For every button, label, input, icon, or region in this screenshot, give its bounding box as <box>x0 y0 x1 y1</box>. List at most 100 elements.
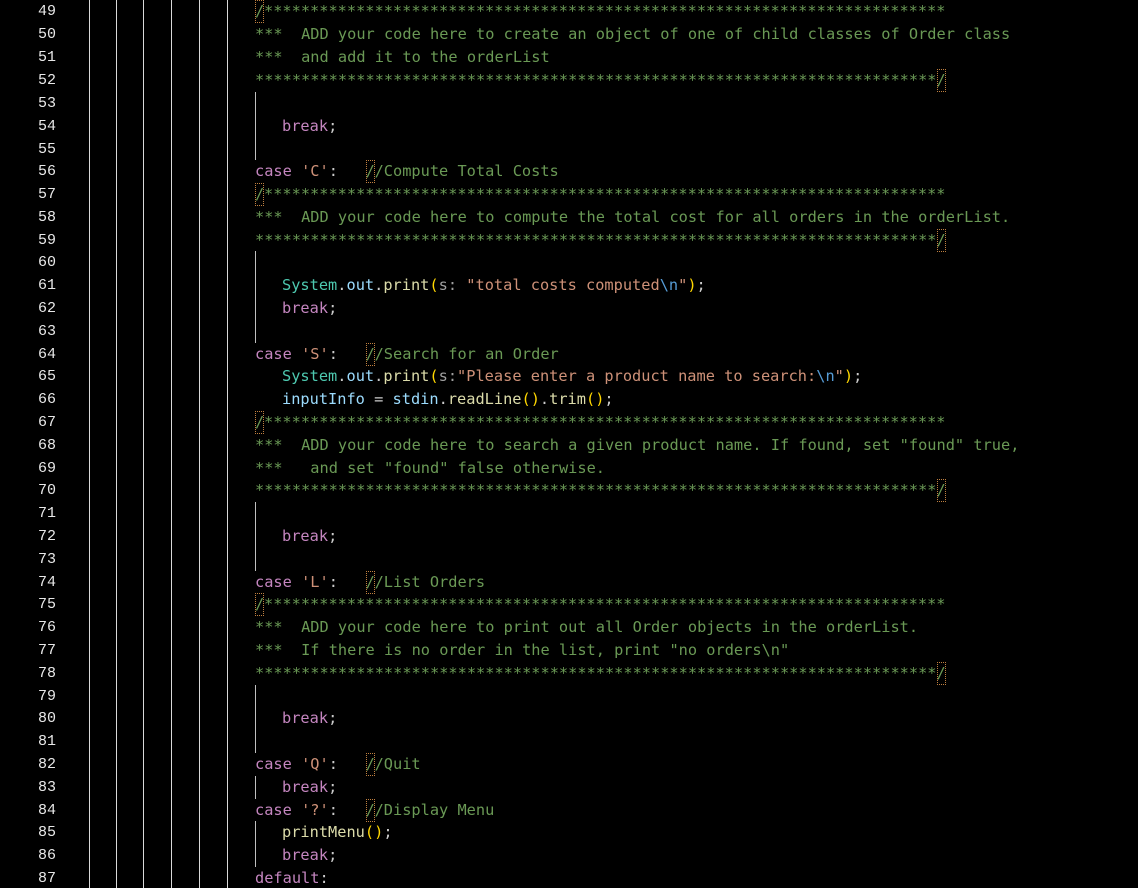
comment-close-marker: / <box>936 229 946 252</box>
banner-stars-open: ****************************************… <box>264 2 946 20</box>
code-line: case '?': //Display Menu <box>255 799 494 822</box>
comment-text: and set "found" false otherwise. <box>310 459 605 477</box>
case-label: 'C' <box>301 162 329 180</box>
parameter-hint: s: <box>438 367 458 385</box>
paren: () <box>521 390 540 408</box>
code-line: case 'S': //Search for an Order <box>255 343 559 366</box>
code-line: case 'C': //Compute Total Costs <box>255 160 559 183</box>
punctuation: : <box>328 573 338 591</box>
code-line: /***************************************… <box>255 411 946 434</box>
banner-stars: ****************************************… <box>255 664 937 682</box>
field-name: out <box>346 276 375 294</box>
code-editor[interactable]: /***************************************… <box>0 0 1138 888</box>
keyword: break <box>282 778 329 796</box>
comment-prefix: *** <box>255 208 302 226</box>
method-name: print <box>383 276 430 294</box>
punctuation: . <box>438 390 448 408</box>
paren: ) <box>687 276 697 294</box>
code-line: *** If there is no order in the list, pr… <box>255 639 789 662</box>
comment-text: ADD your code here to print out all Orde… <box>301 618 919 636</box>
code-line: /***************************************… <box>255 183 946 206</box>
code-line: ****************************************… <box>255 229 946 252</box>
code-line: break; <box>282 707 337 730</box>
punctuation: ; <box>328 117 338 135</box>
code-line: case 'Q': //Quit <box>255 753 421 776</box>
case-label: 'Q' <box>301 755 329 773</box>
code-line: System.out.print(s: "total costs compute… <box>282 274 706 297</box>
code-line: System.out.print(s:"Please enter a produ… <box>282 365 862 388</box>
code-line: break; <box>282 297 337 320</box>
comment-text: If there is no order in the list, print … <box>301 641 790 659</box>
comment-prefix: *** <box>255 459 302 477</box>
punctuation: ; <box>328 709 338 727</box>
code-line: case 'L': //List Orders <box>255 571 485 594</box>
comment-slash-marker: / <box>365 753 375 776</box>
class-name: System <box>282 276 338 294</box>
keyword: case <box>255 755 292 773</box>
comment-slash-marker: / <box>365 571 375 594</box>
banner-stars: ****************************************… <box>264 185 946 203</box>
code-line: ****************************************… <box>255 662 946 685</box>
code-line: *** ADD your code here to compute the to… <box>255 206 1010 229</box>
case-label: '?' <box>301 801 329 819</box>
punctuation: : <box>328 162 338 180</box>
keyword: break <box>282 299 329 317</box>
comment-text: and add it to the orderList <box>301 48 550 66</box>
code-line: *** ADD your code here to create an obje… <box>255 23 1010 46</box>
comment-text: ADD your code here to compute the total … <box>301 208 1011 226</box>
method-name: trim <box>549 390 586 408</box>
keyword: break <box>282 846 329 864</box>
keyword: default <box>255 869 320 887</box>
keyword: break <box>282 709 329 727</box>
comment-close-marker: / <box>936 662 946 685</box>
variable: stdin <box>392 390 439 408</box>
code-line: ****************************************… <box>255 479 946 502</box>
string-literal: total costs computed <box>475 276 660 294</box>
punctuation: . <box>374 276 384 294</box>
paren: ) <box>843 367 854 385</box>
code-line: /***************************************… <box>255 0 946 23</box>
code-line: *** ADD your code here to search a given… <box>255 434 1019 457</box>
comment-prefix: *** <box>255 436 302 454</box>
banner-stars: ****************************************… <box>255 231 937 249</box>
punctuation: : <box>319 869 329 887</box>
banner-stars: ****************************************… <box>264 413 946 431</box>
punctuation: . <box>539 390 550 408</box>
parameter-hint: s: <box>438 276 458 294</box>
comment-prefix: *** <box>255 48 302 66</box>
paren: () <box>585 390 605 408</box>
code-line: break; <box>282 525 337 548</box>
comment-close-marker: / <box>936 479 946 502</box>
inline-comment: Compute Total Costs <box>383 162 559 180</box>
string-quote: " <box>678 276 688 294</box>
comment-slash-marker: / <box>365 343 375 366</box>
code-line: break; <box>282 844 337 867</box>
code-line: *** and add it to the orderList <box>255 46 550 69</box>
string-literal: Please enter a product name to search: <box>466 367 817 385</box>
string-quote: " <box>834 367 844 385</box>
punctuation: ; <box>696 276 706 294</box>
code-line: printMenu(); <box>282 821 393 844</box>
case-label: 'L' <box>301 573 329 591</box>
keyword: case <box>255 801 292 819</box>
punctuation: ; <box>853 367 863 385</box>
code-line: break; <box>282 776 337 799</box>
comment-open-marker: / <box>255 0 264 23</box>
code-line: *** and set "found" false otherwise. <box>255 457 605 480</box>
keyword: case <box>255 573 292 591</box>
escape-sequence: \n <box>816 367 835 385</box>
method-name: readLine <box>447 390 522 408</box>
comment-close-marker: / <box>936 69 946 92</box>
punctuation: ; <box>328 846 338 864</box>
comment-open-marker: / <box>255 183 264 206</box>
comment-prefix: *** <box>255 25 302 43</box>
punctuation: : <box>328 755 338 773</box>
inline-comment: List Orders <box>383 573 486 591</box>
punctuation: ; <box>604 390 614 408</box>
method-name: printMenu <box>282 823 365 841</box>
punctuation: ; <box>328 527 338 545</box>
keyword: case <box>255 345 292 363</box>
punctuation: : <box>328 345 338 363</box>
comment-prefix: *** <box>255 641 302 659</box>
comment-prefix: *** <box>255 618 302 636</box>
